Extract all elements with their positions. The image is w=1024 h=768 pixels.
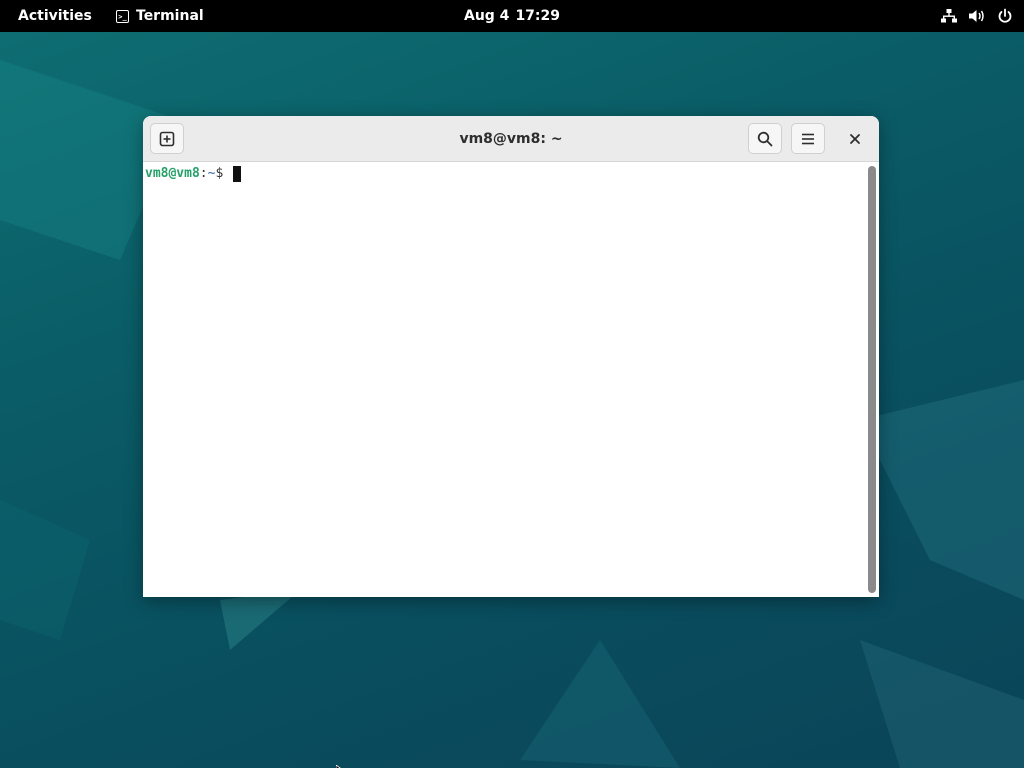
desktop: Activities >_ Terminal Aug 4 17:29 vm8@v… (0, 0, 1024, 768)
close-icon (850, 134, 860, 144)
app-menu-label: Terminal (136, 8, 204, 24)
terminal-icon: >_ (116, 9, 129, 23)
network-icon (940, 7, 958, 25)
volume-icon (968, 7, 986, 25)
prompt-user-host: vm8@vm8 (145, 166, 200, 181)
clock-time: 17:29 (515, 8, 561, 24)
search-button[interactable] (748, 123, 782, 154)
prompt-symbol: $ (215, 166, 232, 181)
app-menu-terminal[interactable]: >_ Terminal (110, 0, 210, 32)
new-tab-icon (159, 131, 175, 146)
close-button[interactable] (842, 126, 868, 152)
shell-prompt: vm8@vm8:~$ (145, 166, 242, 182)
top-bar: Activities >_ Terminal Aug 4 17:29 (0, 0, 1024, 32)
prompt-separator: : (199, 166, 208, 181)
search-icon (757, 131, 773, 146)
main-menu-button[interactable] (791, 123, 825, 154)
hamburger-menu-icon (802, 133, 814, 144)
new-tab-button[interactable] (150, 123, 184, 154)
scrollbar-thumb[interactable] (868, 166, 876, 593)
power-icon (996, 7, 1014, 25)
terminal-window: vm8@vm8: ~ vm8@vm8:~$ (143, 116, 879, 597)
text-cursor (233, 166, 242, 182)
terminal-content[interactable]: vm8@vm8:~$ (143, 162, 865, 597)
terminal-scrollbar[interactable] (865, 162, 879, 597)
window-headerbar[interactable]: vm8@vm8: ~ (143, 116, 879, 162)
clock-date: Aug 4 (463, 8, 510, 24)
mouse-pointer-icon (335, 760, 346, 768)
system-tray[interactable] (940, 0, 1014, 32)
activities-button[interactable]: Activities (10, 0, 100, 32)
clock[interactable]: Aug 4 17:29 (455, 0, 569, 32)
